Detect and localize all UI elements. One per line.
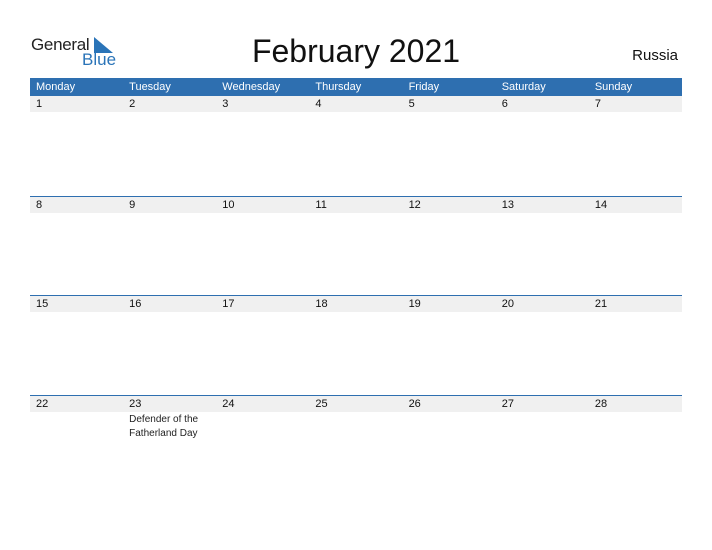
day-number: 19 bbox=[408, 298, 421, 310]
date-strip: 8 9 10 11 12 13 14 bbox=[30, 196, 682, 213]
day-cell: 7 bbox=[589, 96, 682, 112]
day-number: 3 bbox=[222, 98, 229, 110]
weekday-thursday: Thursday bbox=[315, 81, 362, 93]
day-cell: 12 bbox=[403, 197, 496, 213]
day-cell: 25 bbox=[309, 396, 402, 412]
day-number: 10 bbox=[222, 198, 235, 211]
weekday-saturday: Saturday bbox=[501, 81, 546, 93]
day-cell: 16 bbox=[123, 296, 216, 312]
calendar: Monday Tuesday Wednesday Thursday Friday… bbox=[30, 78, 682, 494]
day-number: 4 bbox=[315, 98, 322, 110]
weekday-friday: Friday bbox=[408, 81, 440, 93]
day-number: 27 bbox=[501, 397, 514, 410]
day-number: 8 bbox=[36, 198, 43, 211]
day-number: 21 bbox=[594, 298, 608, 310]
day-cell: 23 Defender of the Fatherland Day bbox=[123, 396, 216, 439]
weekday-header: Monday Tuesday Wednesday Thursday Friday… bbox=[30, 78, 682, 96]
day-cell: 28 bbox=[589, 396, 682, 412]
day-number: 12 bbox=[408, 198, 421, 211]
country-label: Russia bbox=[632, 47, 678, 64]
weeks-container: 1 2 3 4 5 6 7 8 9 10 11 12 13 14 15 16 17 18 19 20 21 22 23 Def… bbox=[30, 96, 682, 494]
week-row: 8 9 10 11 12 13 14 bbox=[30, 195, 682, 296]
day-number: 25 bbox=[315, 397, 328, 410]
day-cell: 18 bbox=[309, 296, 402, 312]
date-strip: 15 16 17 18 19 20 21 bbox=[30, 296, 682, 312]
day-cell: 2 bbox=[123, 96, 216, 112]
day-number: 26 bbox=[408, 397, 421, 410]
day-number: 23 bbox=[129, 397, 142, 410]
day-cell: 22 bbox=[30, 396, 123, 412]
day-cell: 1 bbox=[30, 96, 123, 112]
week-row: 22 23 Defender of the Fatherland Day 24 25 26… bbox=[30, 394, 682, 495]
page-title: February 2021 bbox=[251, 33, 461, 69]
day-cell: 21 bbox=[589, 296, 682, 312]
day-cell: 10 bbox=[216, 197, 309, 213]
day-cell: 11 bbox=[309, 197, 402, 213]
day-cell: 14 bbox=[589, 197, 682, 213]
weekday-tuesday: Tuesday bbox=[129, 81, 171, 93]
day-cell: 26 bbox=[403, 396, 496, 412]
day-cell: 6 bbox=[496, 96, 589, 112]
day-cell: 9 bbox=[123, 197, 216, 213]
day-cell: 24 bbox=[216, 396, 309, 412]
day-cell: 19 bbox=[403, 296, 496, 312]
day-number: 20 bbox=[501, 298, 514, 310]
day-cell: 17 bbox=[216, 296, 309, 312]
day-number: 11 bbox=[315, 198, 327, 211]
day-number: 7 bbox=[594, 98, 601, 110]
date-strip: 22 23 Defender of the Fatherland Day 24 25 26… bbox=[30, 395, 682, 439]
day-number: 22 bbox=[36, 397, 49, 410]
day-cell: 27 bbox=[496, 396, 589, 412]
day-number: 14 bbox=[594, 198, 608, 211]
day-cell: 20 bbox=[496, 296, 589, 312]
day-number: 1 bbox=[36, 98, 43, 110]
day-number: 15 bbox=[36, 298, 49, 310]
day-number: 6 bbox=[501, 98, 508, 110]
week-row: 1 2 3 4 5 6 7 bbox=[30, 96, 682, 196]
day-cell: 5 bbox=[403, 96, 496, 112]
day-number: 5 bbox=[408, 98, 415, 110]
day-number: 17 bbox=[222, 298, 235, 310]
day-number: 9 bbox=[129, 198, 136, 211]
day-cell: 13 bbox=[496, 197, 589, 213]
day-number: 28 bbox=[594, 397, 608, 410]
day-number: 13 bbox=[501, 198, 514, 211]
day-cell: 15 bbox=[30, 296, 123, 312]
day-number: 18 bbox=[315, 298, 328, 310]
week-row: 15 16 17 18 19 20 21 bbox=[30, 295, 682, 395]
weekday-sunday: Sunday bbox=[594, 81, 633, 93]
holiday-event: Defender of the Fatherland Day bbox=[129, 413, 199, 439]
day-number: 2 bbox=[129, 98, 136, 110]
day-number: 24 bbox=[222, 397, 235, 410]
day-cell: 3 bbox=[216, 96, 309, 112]
date-strip: 1 2 3 4 5 6 7 bbox=[30, 96, 682, 112]
weekday-wednesday: Wednesday bbox=[222, 81, 281, 93]
weekday-monday: Monday bbox=[36, 81, 76, 93]
day-cell: 4 bbox=[309, 96, 402, 112]
day-number: 16 bbox=[129, 298, 142, 310]
day-cell: 8 bbox=[30, 197, 123, 213]
